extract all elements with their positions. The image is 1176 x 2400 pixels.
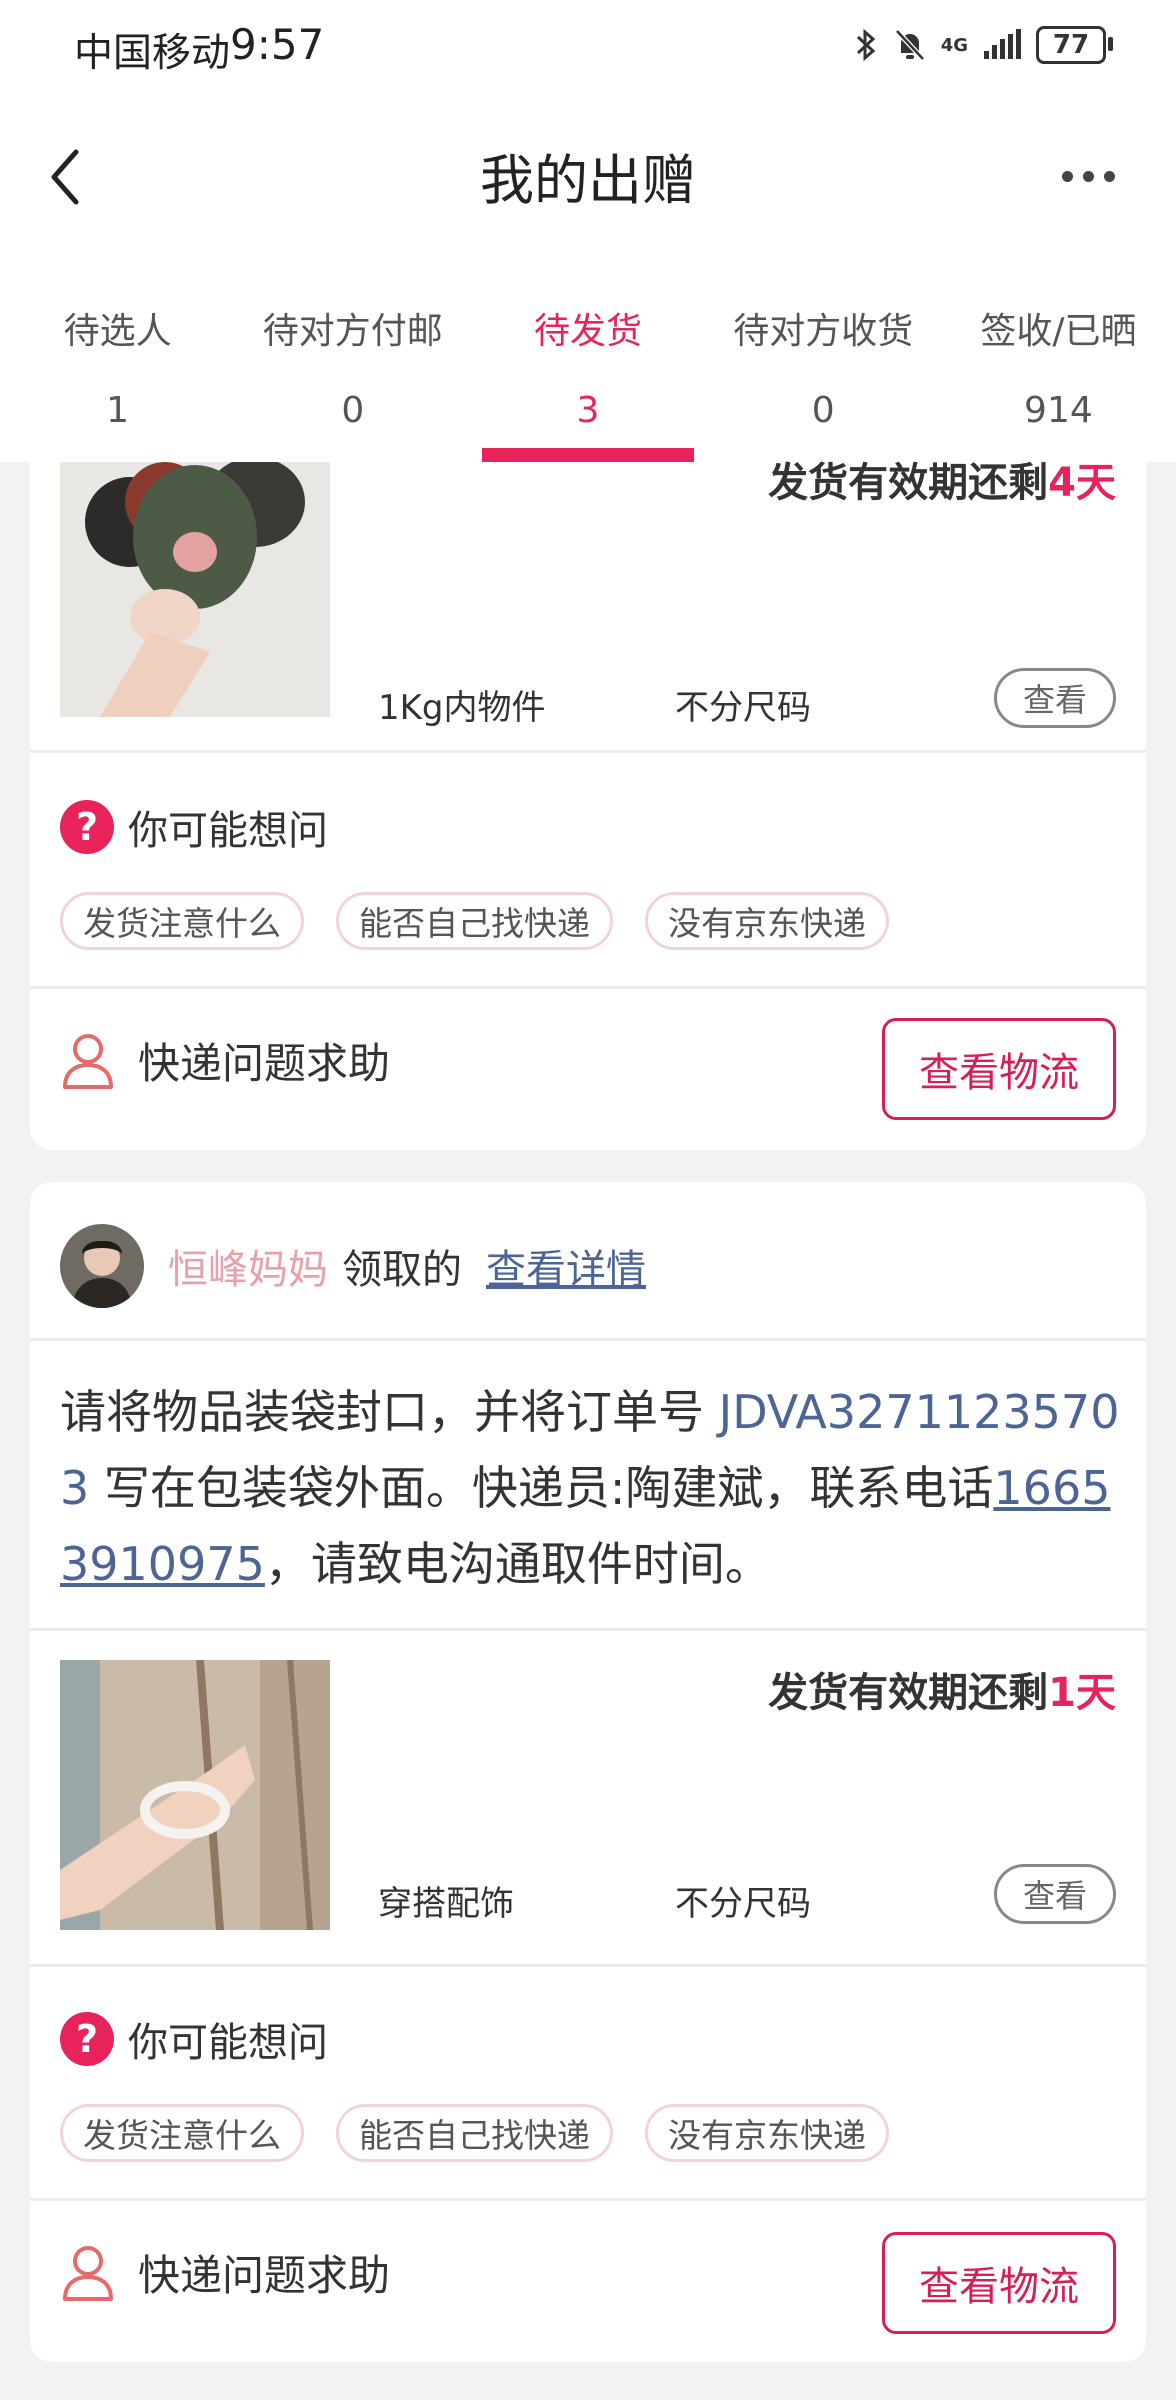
gift-card: 发货有效期还剩4天 1Kg内物件 不分尺码 查看 ? 你可能想问 发货注意什么 … bbox=[30, 460, 1146, 1150]
network-label: 4G bbox=[940, 34, 968, 56]
tab-pending-postage[interactable]: 待对方付邮 0 bbox=[235, 260, 470, 462]
bracelet-image bbox=[60, 1660, 330, 1930]
shipping-instructions: 请将物品装袋封口，并将订单号 JDVA32711235703 写在包装袋外面。快… bbox=[60, 1374, 1120, 1602]
item-size: 不分尺码 bbox=[675, 688, 811, 728]
view-logistics-button[interactable]: 查看物流 bbox=[882, 1018, 1116, 1120]
nav-header: 我的出赠 bbox=[0, 100, 1176, 260]
item-row[interactable]: 发货有效期还剩4天 1Kg内物件 不分尺码 查看 bbox=[30, 460, 1146, 752]
more-dot bbox=[1104, 170, 1115, 182]
view-detail-link[interactable]: 查看详情 bbox=[486, 1237, 646, 1295]
item-category: 1Kg内物件 bbox=[378, 688, 546, 728]
clock: 9:57 bbox=[230, 20, 325, 69]
shipping-deadline: 发货有效期还剩4天 bbox=[768, 450, 1116, 508]
tab-count: 3 bbox=[576, 390, 600, 431]
gift-card: 恒峰妈妈 领取的 查看详情 请将物品装袋封口，并将订单号 JDVA3271123… bbox=[30, 1182, 1146, 2362]
more-dot bbox=[1062, 170, 1073, 182]
deadline-text: 发货有效期还剩 bbox=[768, 460, 1049, 506]
item-photo bbox=[60, 462, 330, 717]
help-label: 快递问题求助 bbox=[138, 2251, 391, 2300]
status-bar: 中国移动 9:57 4G 77 bbox=[0, 0, 1176, 100]
question-icon: ? bbox=[60, 2012, 114, 2066]
divider bbox=[30, 2198, 1146, 2201]
recipient-action: 领取的 bbox=[342, 1247, 462, 1293]
divider bbox=[30, 750, 1146, 753]
tab-label: 签收/已晒 bbox=[980, 311, 1137, 352]
tab-count: 0 bbox=[811, 390, 835, 431]
battery-icon: 77 bbox=[1036, 26, 1113, 64]
view-item-button[interactable]: 查看 bbox=[994, 1864, 1116, 1924]
view-logistics-button[interactable]: 查看物流 bbox=[882, 2232, 1116, 2334]
faq-chip[interactable]: 能否自己找快递 bbox=[336, 892, 613, 950]
tab-pending-receipt[interactable]: 待对方收货 0 bbox=[706, 260, 941, 462]
divider bbox=[30, 1964, 1146, 1967]
tab-label: 待对方付邮 bbox=[262, 311, 443, 352]
bell-off-icon bbox=[894, 29, 925, 61]
page-title: 我的出赠 bbox=[480, 149, 696, 212]
divider bbox=[30, 1628, 1146, 1631]
shipping-deadline: 发货有效期还剩1天 bbox=[768, 1660, 1116, 1718]
question-icon: ? bbox=[60, 800, 114, 854]
deadline-text: 发货有效期还剩 bbox=[768, 1670, 1049, 1716]
faq-title: 你可能想问 bbox=[128, 808, 328, 854]
tab-pending-selection[interactable]: 待选人 1 bbox=[0, 260, 235, 462]
bluetooth-icon bbox=[856, 28, 875, 62]
instr-text: ，请致电沟通取件时间。 bbox=[264, 1537, 771, 1591]
item-size: 不分尺码 bbox=[675, 1884, 811, 1924]
faq-chip[interactable]: 没有京东快递 bbox=[645, 892, 889, 950]
faq-chips: 发货注意什么 能否自己找快递 没有京东快递 bbox=[60, 2104, 889, 2162]
express-help[interactable]: 快递问题求助 bbox=[60, 1030, 390, 1091]
tab-label: 待对方收货 bbox=[733, 311, 914, 352]
status-tabs: 待选人 1 待对方付邮 0 待发货 3 待对方收货 0 签收/已晒 914 bbox=[0, 260, 1176, 462]
express-help[interactable]: 快递问题求助 bbox=[60, 2242, 390, 2303]
faq-chip[interactable]: 没有京东快递 bbox=[645, 2104, 889, 2162]
carrier-label: 中国移动 bbox=[74, 31, 231, 76]
faq-header: ? 你可能想问 bbox=[60, 2010, 328, 2068]
tab-pending-shipment[interactable]: 待发货 3 bbox=[470, 260, 705, 462]
faq-chips: 发货注意什么 能否自己找快递 没有京东快递 bbox=[60, 892, 889, 950]
plush-toy-image bbox=[60, 462, 330, 717]
instr-text: 写在包装袋外面。快递员:陶建斌，联系电话 bbox=[89, 1461, 994, 1515]
view-item-button[interactable]: 查看 bbox=[994, 668, 1116, 728]
help-label: 快递问题求助 bbox=[138, 1039, 391, 1088]
faq-chip[interactable]: 能否自己找快递 bbox=[336, 2104, 613, 2162]
divider bbox=[30, 986, 1146, 989]
item-category: 穿搭配饰 bbox=[378, 1884, 514, 1924]
tab-count: 0 bbox=[341, 390, 365, 431]
status-icons: 4G 77 bbox=[853, 26, 1113, 64]
recipient-name[interactable]: 恒峰妈妈 bbox=[168, 1237, 328, 1295]
tab-count: 914 bbox=[1024, 390, 1093, 431]
tab-label: 待选人 bbox=[63, 311, 172, 352]
active-tab-indicator bbox=[482, 448, 694, 462]
tab-label: 待发货 bbox=[534, 311, 643, 352]
battery-level: 77 bbox=[1052, 30, 1090, 60]
faq-header: ? 你可能想问 bbox=[60, 798, 328, 856]
faq-chip[interactable]: 发货注意什么 bbox=[60, 2104, 304, 2162]
tab-signed-shared[interactable]: 签收/已晒 914 bbox=[941, 260, 1176, 462]
more-horizontal-icon[interactable] bbox=[1062, 156, 1132, 196]
avatar-image bbox=[60, 1224, 144, 1308]
divider bbox=[30, 1338, 1146, 1341]
item-photo bbox=[60, 1660, 330, 1930]
item-row[interactable]: 发货有效期还剩1天 穿搭配饰 不分尺码 查看 bbox=[30, 1660, 1146, 1960]
faq-chip[interactable]: 发货注意什么 bbox=[60, 892, 304, 950]
person-icon bbox=[63, 1033, 113, 1089]
more-dot bbox=[1083, 170, 1094, 182]
avatar[interactable] bbox=[60, 1224, 144, 1308]
faq-title: 你可能想问 bbox=[128, 2020, 328, 2066]
tab-count: 1 bbox=[106, 390, 130, 431]
deadline-days: 1天 bbox=[1048, 1670, 1116, 1716]
recipient-row: 恒峰妈妈 领取的 查看详情 bbox=[60, 1224, 646, 1308]
signal-icon bbox=[984, 29, 1021, 59]
person-icon bbox=[63, 2245, 113, 2301]
deadline-days: 4天 bbox=[1048, 460, 1116, 506]
instr-text: 请将物品装袋封口，并将订单号 bbox=[60, 1385, 719, 1439]
